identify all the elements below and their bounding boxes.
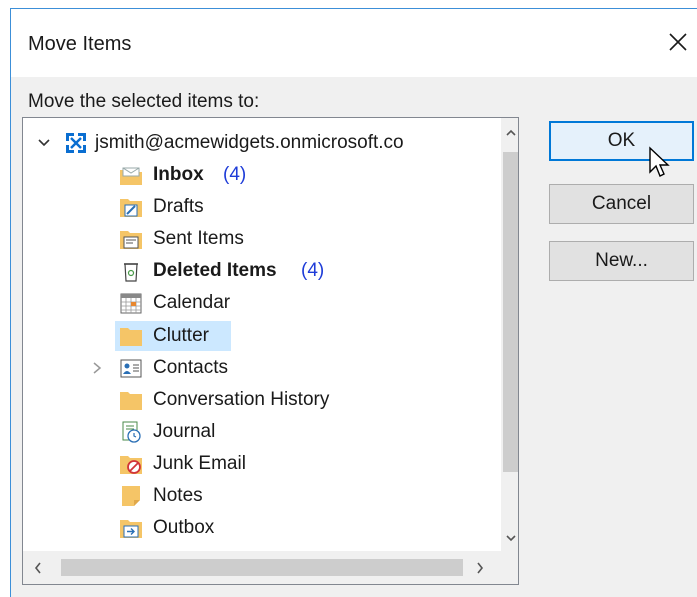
folder-row-clutter[interactable]: Clutter (23, 321, 493, 351)
folder-row-sent-items[interactable]: Sent Items (23, 224, 493, 254)
scroll-up-arrow-icon[interactable] (505, 128, 517, 138)
tree-account-row[interactable]: jsmith@acmewidgets.onmicrosoft.co (23, 128, 493, 158)
folder-row-outbox[interactable]: Outbox (23, 513, 493, 543)
chevron-right-icon[interactable] (91, 361, 103, 375)
move-items-dialog: Move Items Move the selected items to: j… (10, 8, 697, 597)
move-prompt-label: Move the selected items to: (28, 91, 260, 112)
title-bar: Move Items (11, 9, 697, 77)
folder-row-journal[interactable]: Journal (23, 417, 493, 447)
folder-label: Inbox (153, 164, 204, 185)
exchange-account-icon (66, 133, 86, 153)
scroll-right-arrow-icon[interactable] (475, 561, 485, 575)
journal-icon (122, 421, 141, 443)
folder-row-conversation-history[interactable]: Conversation History (23, 385, 493, 415)
folder-row-contacts[interactable]: Contacts (23, 353, 493, 383)
mouse-cursor-icon (649, 146, 670, 177)
folder-icon (120, 392, 142, 410)
scrollbar-corner (501, 551, 518, 584)
folder-row-calendar[interactable]: Calendar (23, 288, 493, 318)
scroll-left-arrow-icon[interactable] (33, 561, 43, 575)
drafts-icon (120, 199, 142, 217)
unread-count-badge: (4) (301, 260, 325, 281)
cancel-button[interactable]: Cancel (549, 184, 694, 224)
folder-label: Conversation History (153, 389, 330, 410)
account-label: jsmith@acmewidgets.onmicrosoft.co (95, 132, 404, 153)
folder-label: Sent Items (153, 228, 244, 249)
outbox-icon (120, 520, 142, 538)
close-icon[interactable] (663, 27, 693, 57)
folder-row-deleted-items[interactable]: Deleted Items (4) (23, 256, 493, 286)
scroll-down-arrow-icon[interactable] (505, 533, 517, 543)
folder-label: Outbox (153, 517, 215, 538)
dialog-title: Move Items (28, 33, 132, 55)
folder-row-junk-email[interactable]: Junk Email (23, 449, 493, 479)
folder-label: Notes (153, 485, 203, 506)
folder-row-notes[interactable]: Notes (23, 481, 493, 511)
folder-tree[interactable]: jsmith@acmewidgets.onmicrosoft.co Inbox … (22, 117, 519, 585)
horizontal-scrollbar[interactable] (23, 551, 501, 584)
folder-label: Drafts (153, 196, 204, 217)
inbox-icon (120, 167, 142, 185)
horizontal-scroll-thumb[interactable] (61, 559, 463, 576)
contacts-icon (120, 359, 142, 378)
notes-icon (122, 486, 140, 506)
folder-label: Calendar (153, 292, 231, 313)
folder-label: Junk Email (153, 453, 246, 474)
sent-items-icon (120, 231, 142, 249)
new-folder-button[interactable]: New... (549, 241, 694, 281)
calendar-icon (120, 293, 142, 314)
folder-label: Journal (153, 421, 216, 442)
ok-button[interactable]: OK (549, 121, 694, 161)
junk-email-icon (120, 456, 142, 474)
chevron-down-icon[interactable] (37, 137, 51, 149)
vertical-scroll-thumb[interactable] (503, 152, 518, 472)
folder-label: Contacts (153, 357, 228, 378)
folder-row-drafts[interactable]: Drafts (23, 192, 493, 222)
vertical-scrollbar[interactable] (501, 118, 518, 551)
folder-label: Clutter (153, 325, 209, 346)
deleted-items-icon (124, 263, 138, 282)
folder-icon (120, 328, 142, 346)
unread-count-badge: (4) (223, 164, 247, 185)
folder-row-inbox[interactable]: Inbox (4) (23, 160, 493, 190)
folder-label: Deleted Items (153, 260, 277, 281)
